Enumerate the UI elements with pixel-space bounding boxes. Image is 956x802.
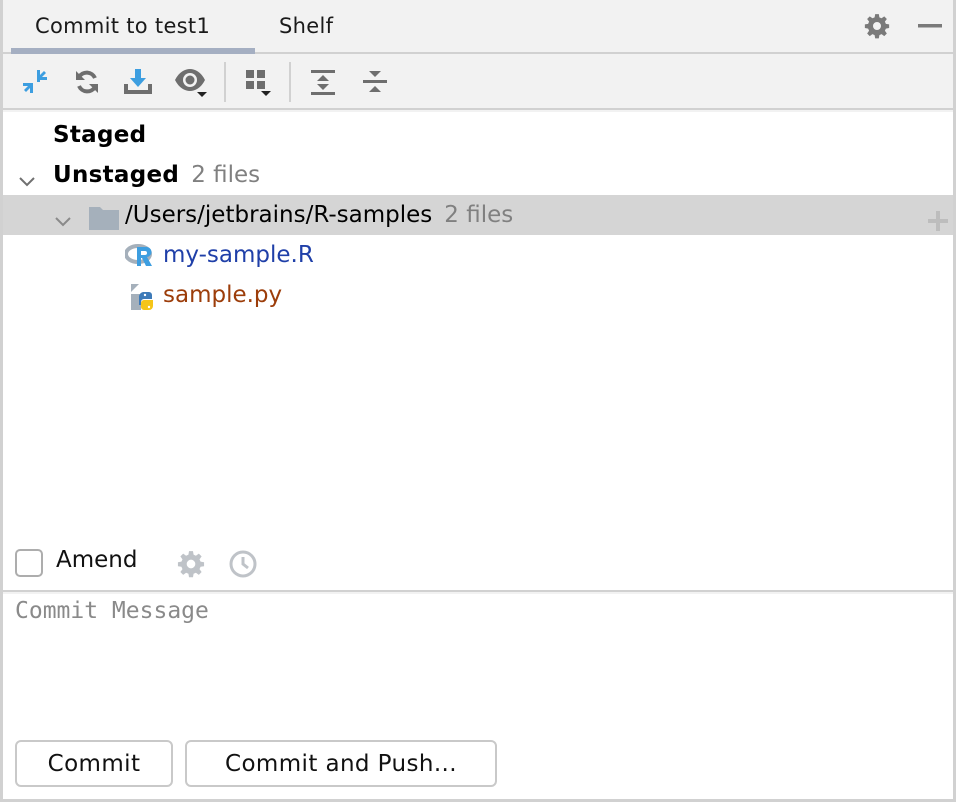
unstaged-count: 2 files	[191, 162, 261, 188]
active-tab-indicator	[11, 48, 255, 54]
chevron-down-icon[interactable]	[17, 165, 37, 187]
changes-toolbar	[3, 56, 953, 110]
collapse-all-button[interactable]	[357, 64, 393, 100]
staged-label: Staged	[53, 122, 147, 148]
refresh-button[interactable]	[69, 64, 105, 100]
file-name: my-sample.R	[163, 242, 314, 268]
commit-history-clock-icon[interactable]	[228, 549, 258, 579]
plus-icon[interactable]	[927, 205, 949, 231]
file-name: sample.py	[163, 282, 283, 308]
expand-all-icon	[311, 70, 335, 95]
eye-icon	[175, 69, 207, 97]
minimize-icon[interactable]	[917, 13, 943, 39]
show-diff-button[interactable]	[17, 64, 53, 100]
diff-arrows-icon	[23, 70, 47, 93]
tab-commit[interactable]: Commit to test1	[35, 14, 210, 38]
group-by-button[interactable]	[241, 64, 277, 100]
amend-label[interactable]: Amend	[56, 547, 137, 573]
amend-checkbox[interactable]	[15, 549, 43, 577]
amend-row: Amend	[3, 542, 953, 592]
folder-path: /Users/jetbrains/R-samples	[125, 202, 433, 228]
tree-node-staged[interactable]: Staged	[3, 115, 953, 155]
toolbar-separator	[224, 62, 226, 102]
python-file-icon	[129, 282, 157, 310]
chevron-down-icon[interactable]	[53, 205, 73, 227]
download-icon	[124, 69, 152, 94]
changes-tree: Staged Unstaged 2 files /Users/jetbrains/…	[3, 112, 953, 542]
gear-icon[interactable]	[864, 13, 890, 39]
tree-node-unstaged[interactable]: Unstaged 2 files	[3, 155, 953, 195]
folder-count: 2 files	[444, 202, 514, 228]
update-project-button[interactable]	[120, 64, 156, 100]
unstaged-label: Unstaged	[53, 162, 180, 188]
tree-node-file[interactable]: my-sample.R	[3, 235, 953, 275]
r-file-icon	[124, 242, 153, 270]
commit-and-push-button[interactable]: Commit and Push...	[185, 740, 497, 787]
tree-node-file[interactable]: sample.py	[3, 275, 953, 315]
tab-shelf[interactable]: Shelf	[279, 14, 333, 38]
collapse-all-icon	[363, 71, 387, 92]
tree-node-folder[interactable]: /Users/jetbrains/R-samples 2 files	[3, 195, 953, 235]
commit-options-gear-icon[interactable]	[177, 550, 205, 578]
refresh-icon	[76, 70, 98, 94]
commit-message-area: Commit Commit and Push...	[3, 594, 953, 799]
group-by-icon	[246, 70, 271, 96]
expand-all-button[interactable]	[305, 64, 341, 100]
commit-tool-window: Commit to test1 Shelf Staged Unstaged 2 …	[0, 0, 956, 802]
folder-icon	[89, 203, 119, 231]
view-options-button[interactable]	[173, 64, 209, 100]
toolbar-separator	[289, 62, 291, 102]
tool-window-header: Commit to test1 Shelf	[3, 0, 953, 54]
commit-button[interactable]: Commit	[15, 740, 173, 787]
commit-message-input[interactable]	[3, 594, 953, 724]
